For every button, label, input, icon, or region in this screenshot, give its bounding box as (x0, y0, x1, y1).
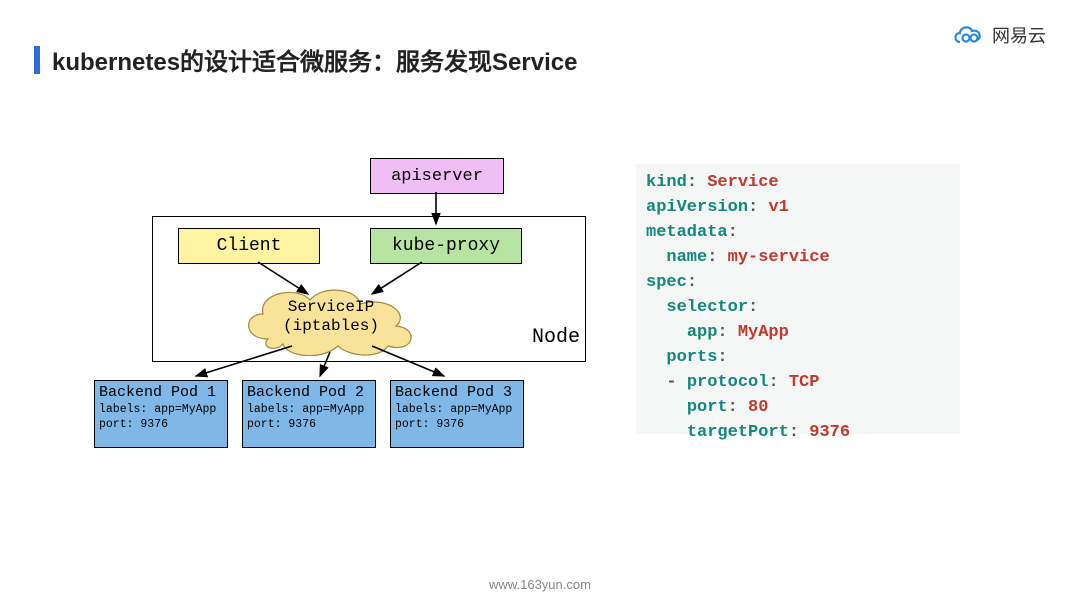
brand-name: 网易云 (992, 22, 1046, 48)
footer-url: www.163yun.com (0, 577, 1080, 592)
slide: kubernetes的设计适合微服务：服务发现Service 网易云 apise… (0, 0, 1080, 608)
diagram-arrows (72, 148, 602, 458)
title-accent (34, 46, 40, 74)
brand-logo: 网易云 (952, 22, 1046, 48)
page-title: kubernetes的设计适合微服务：服务发现Service (52, 42, 577, 77)
service-yaml: kind: Service apiVersion: v1 metadata: n… (636, 164, 960, 434)
architecture-diagram: apiserver Node Client kube-proxy Service… (72, 148, 602, 498)
cloud-logo-icon (952, 24, 986, 46)
title-bar: kubernetes的设计适合微服务：服务发现Service (34, 42, 577, 77)
